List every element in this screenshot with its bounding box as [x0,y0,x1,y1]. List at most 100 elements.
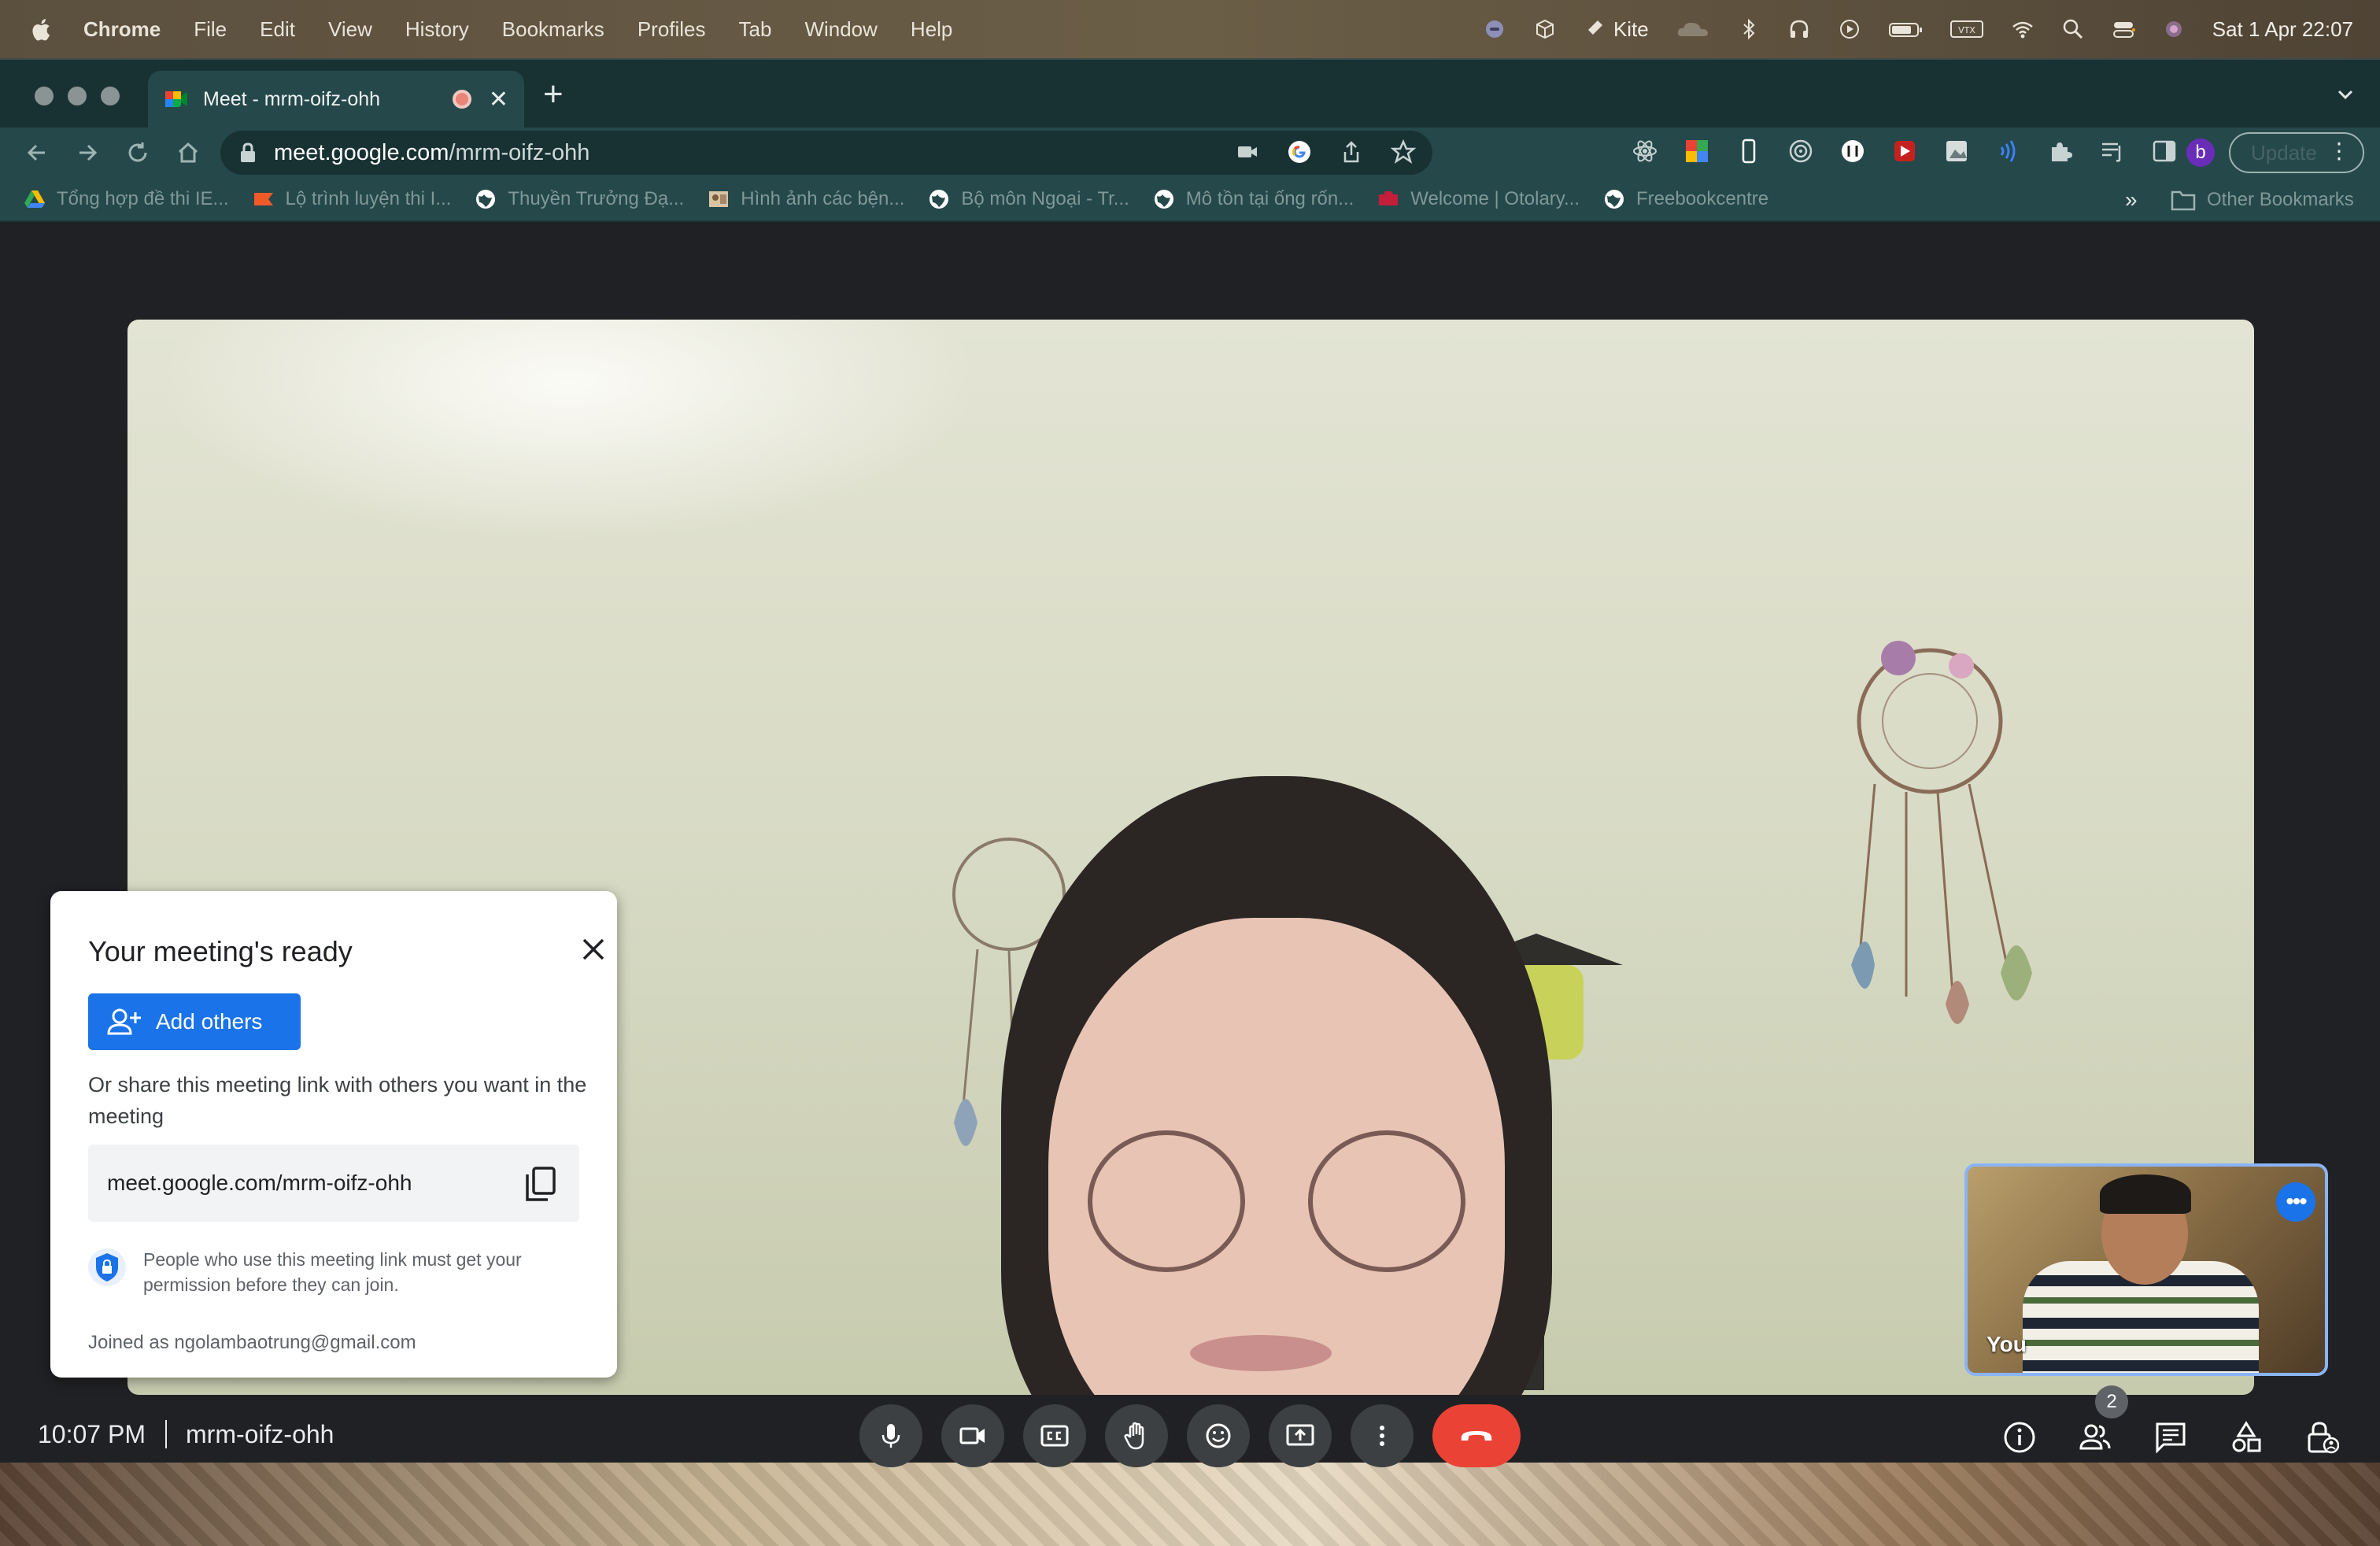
bookmark-star-icon[interactable] [1390,139,1417,165]
shield-lock-icon [88,1248,126,1286]
bookmark-label: Thuyền Trưởng Đạ... [508,188,685,209]
camera-in-use-icon[interactable] [1234,139,1261,165]
update-label: Update [2251,140,2317,165]
circle-extension-icon[interactable] [1839,137,1867,165]
tab-search-chevron-icon[interactable] [2334,83,2356,105]
wifi-icon[interactable] [2011,17,2034,41]
google-drive-icon [24,188,46,210]
bluetooth-icon[interactable] [1737,17,1761,41]
participants-count-badge: 2 [2095,1385,2128,1418]
new-tab-button[interactable]: + [543,77,564,112]
reload-button[interactable] [124,139,151,166]
microphone-icon [881,1424,900,1448]
bookmark-item-8[interactable]: Freebookcentre [1603,188,1768,210]
color-picker-extension-icon[interactable] [1683,137,1711,165]
more-options-button[interactable] [1351,1404,1414,1467]
video-extension-icon[interactable] [1890,137,1919,165]
battery-icon[interactable] [1888,17,1923,41]
host-controls-button[interactable] [2304,1420,2339,1455]
profile-avatar[interactable]: b [2186,139,2215,167]
globe-icon [1153,188,1175,210]
menu-edit[interactable]: Edit [260,17,295,42]
home-button[interactable] [175,139,201,166]
close-dialog-icon[interactable] [579,935,608,963]
add-person-icon [107,1008,141,1035]
side-panel-icon[interactable] [2150,137,2179,165]
present-screen-button[interactable] [1269,1404,1332,1467]
phone-extension-icon[interactable] [1735,137,1763,165]
minimize-window-button[interactable] [68,87,87,105]
box-tray-icon[interactable] [1533,17,1557,41]
raise-hand-button[interactable] [1105,1404,1168,1467]
back-button[interactable] [24,139,50,166]
headphones-icon[interactable] [1787,17,1811,41]
target-extension-icon[interactable] [1787,137,1815,165]
self-view-tile[interactable]: You ••• [1964,1163,2328,1376]
chrome-menu-icon[interactable]: ⋮ [2328,140,2350,162]
reactions-button[interactable] [1187,1404,1250,1467]
menu-tab[interactable]: Tab [739,17,772,42]
close-tab-icon[interactable]: ✕ [489,86,508,113]
play-circle-icon[interactable] [1838,17,1861,41]
meeting-details-button[interactable] [2002,1420,2037,1455]
image-extension-icon[interactable] [1942,137,1971,165]
siri-icon[interactable] [2162,17,2186,41]
menu-history[interactable]: History [405,17,469,42]
lock-icon[interactable] [239,142,257,163]
microphone-button[interactable] [859,1404,922,1467]
bookmark-item-6[interactable]: Mô tồn tại ống rốn... [1153,188,1354,210]
chat-button[interactable] [2153,1420,2188,1455]
menu-file[interactable]: File [194,17,227,42]
forward-button[interactable] [74,139,101,166]
react-devtools-icon[interactable] [1631,137,1659,165]
captions-button[interactable] [1023,1404,1086,1467]
other-bookmarks-folder[interactable]: Other Bookmarks [2171,189,2354,211]
menu-profiles[interactable]: Profiles [638,17,706,42]
forward-arrow-icon [79,144,98,161]
copy-icon[interactable] [524,1165,557,1203]
cloud-tray-icon[interactable] [1676,17,1710,41]
tab-meet[interactable]: Meet - mrm-oifz-ohh ✕ [148,71,524,128]
messenger-tray-icon[interactable] [1483,17,1506,41]
close-window-button[interactable] [35,87,54,105]
bookmark-item-4[interactable]: Hình ảnh các bện... [708,188,904,210]
kite-icon[interactable]: Kite [1584,17,1649,41]
reload-icon [128,142,147,162]
leave-call-button[interactable] [1432,1404,1521,1467]
spotlight-search-icon[interactable] [2061,17,2085,41]
more-bookmarks-button[interactable]: » [2125,187,2138,213]
bookmark-item-7[interactable]: Welcome | Otolary... [1377,188,1580,210]
call-time: 10:07 PM [38,1420,146,1448]
dreamcatcher-decoration [1851,641,2032,1024]
menu-bookmarks[interactable]: Bookmarks [502,17,604,42]
control-center-icon[interactable] [2112,17,2135,41]
reading-list-icon[interactable] [2098,137,2127,165]
google-lens-icon[interactable] [1286,139,1313,165]
update-button[interactable]: Update ⋮ [2229,132,2364,173]
camera-button[interactable] [941,1404,1004,1467]
audio-waves-icon[interactable] [1994,137,2023,165]
meeting-link-box[interactable]: meet.google.com/mrm-oifz-ohh [88,1145,579,1222]
menu-app-name[interactable]: Chrome [83,17,161,42]
zoom-window-button[interactable] [101,87,120,105]
extensions-puzzle-icon[interactable] [2046,137,2075,165]
apple-logo-icon[interactable] [31,17,54,42]
activities-button[interactable] [2229,1420,2264,1455]
vpn-icon[interactable]: VTX [1949,17,1984,41]
divider [165,1420,167,1448]
bookmark-item-1[interactable]: Tổng hợp đề thi IE... [24,188,229,210]
menu-bar-clock[interactable]: Sat 1 Apr 22:07 [2212,17,2353,42]
address-bar[interactable]: meet.google.com/mrm-oifz-ohh [220,131,1432,175]
menu-help[interactable]: Help [911,17,952,42]
bookmark-item-5[interactable]: Bộ môn Ngoại - Tr... [928,188,1129,210]
share-icon[interactable] [1338,139,1365,165]
participants-button[interactable] [2078,1420,2112,1455]
menu-view[interactable]: View [328,17,372,42]
chat-icon [2156,1422,2186,1454]
bookmark-item-2[interactable]: Lộ trình luyện thi I... [253,188,451,210]
self-view-more-options-icon[interactable]: ••• [2276,1182,2315,1222]
closed-captions-icon [1040,1425,1069,1447]
add-others-button[interactable]: Add others [88,993,301,1050]
bookmark-item-3[interactable]: Thuyền Trưởng Đạ... [475,188,684,210]
menu-window[interactable]: Window [804,17,877,42]
